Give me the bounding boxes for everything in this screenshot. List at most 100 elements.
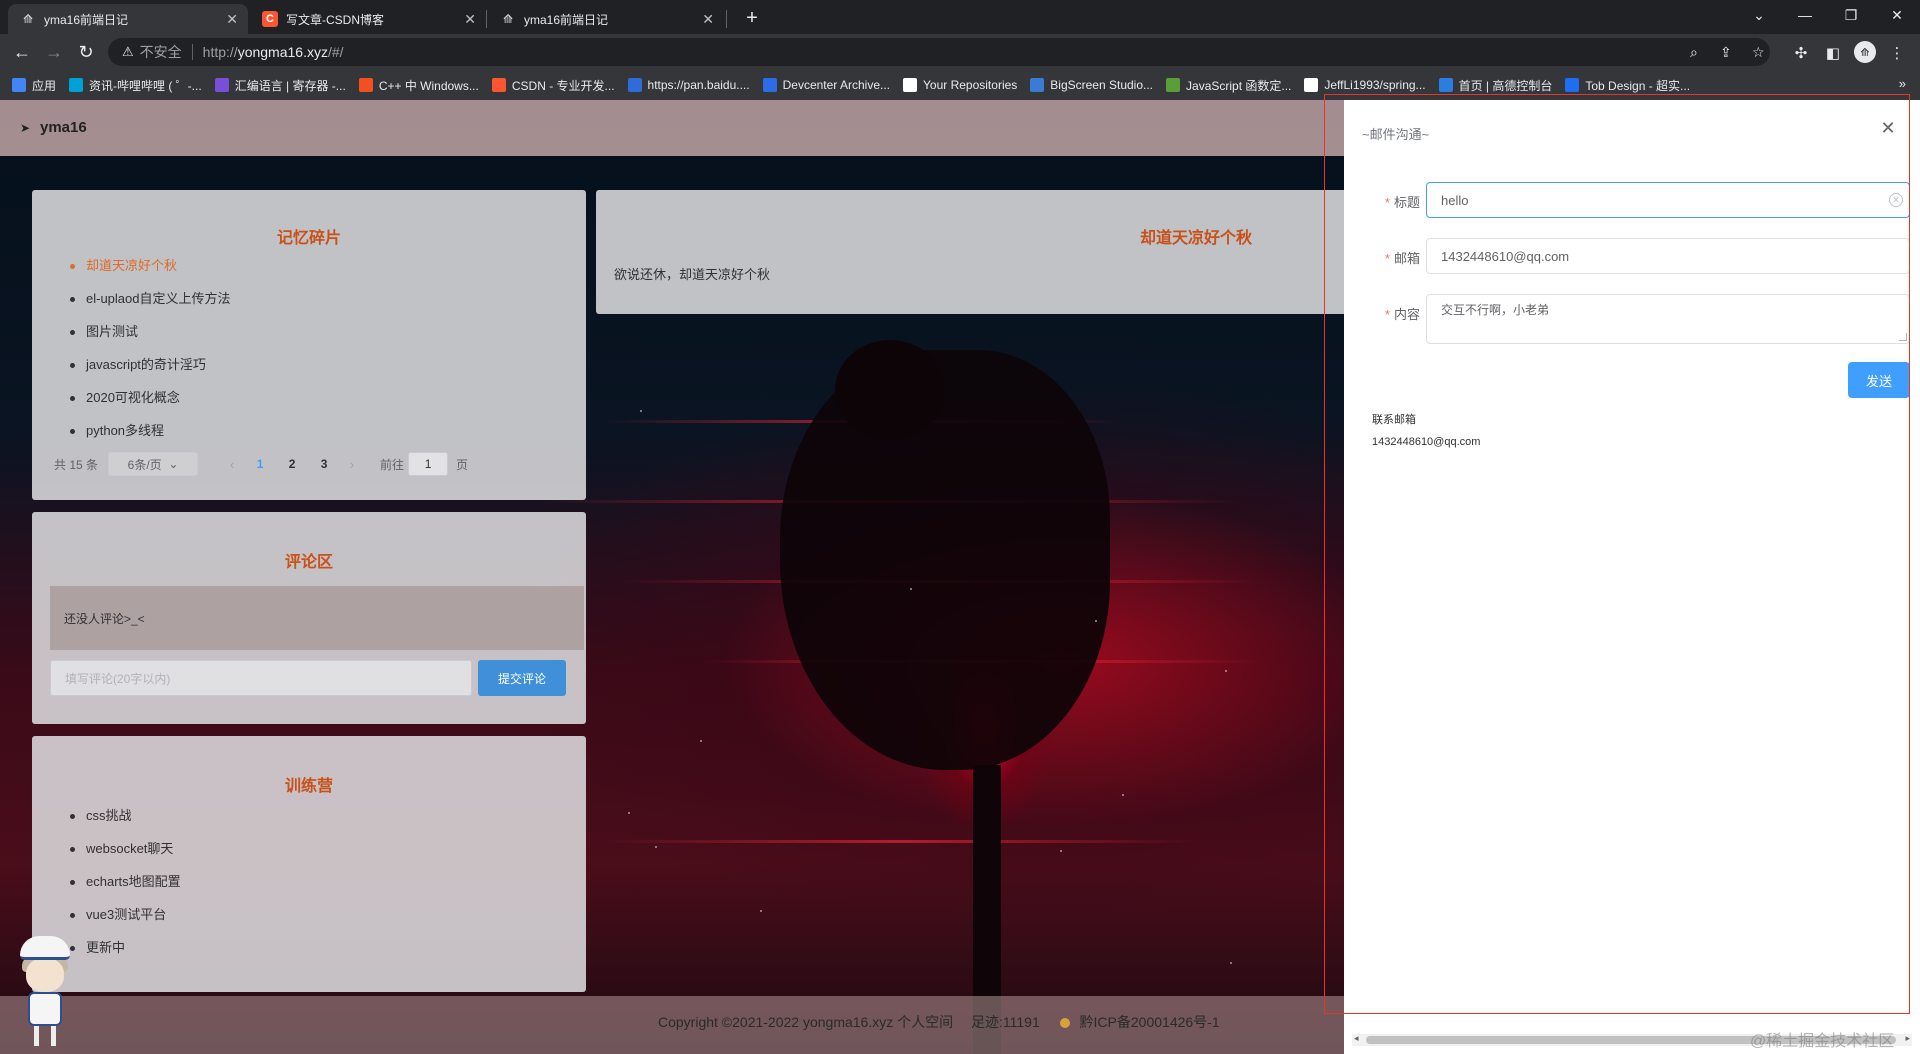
yma-logo-icon: ⟰: [502, 12, 514, 26]
address-bar[interactable]: ⚠ 不安全 http:// yongma16.xyz /#/: [108, 38, 1770, 66]
live2d-mascot[interactable]: [14, 936, 76, 1048]
email-label-text: 邮箱: [1393, 251, 1420, 266]
browser-tab-2[interactable]: C 写文章-CSDN博客 ✕: [250, 4, 486, 34]
bookmark-favicon-icon: [491, 78, 506, 92]
bookmark-item[interactable]: 应用: [12, 77, 56, 94]
page-size-select[interactable]: 6条/页 ⌄: [108, 452, 199, 476]
list-item[interactable]: css挑战: [70, 806, 181, 839]
contact-label: 联系邮箱: [1372, 414, 1416, 426]
content-value: 交互不行啊，小老弟: [1441, 303, 1550, 317]
bookmark-favicon-icon: [1304, 78, 1319, 92]
bookmark-item[interactable]: JavaScript 函数定...: [1166, 77, 1291, 94]
bookmark-item[interactable]: Your Repositories: [903, 78, 1017, 92]
browser-toolbar: ← → ↻ ⚠ 不安全 http:// yongma16.xyz /#/ ⌕ ⇪…: [0, 34, 1920, 70]
bookmark-item[interactable]: 首页 | 高德控制台: [1438, 77, 1552, 94]
side-panel-icon[interactable]: ◧: [1822, 42, 1844, 64]
email-value: 1432448610@qq.com: [1441, 248, 1570, 264]
new-tab-button[interactable]: +: [738, 4, 766, 32]
restore-icon[interactable]: ❐: [1828, 0, 1874, 30]
bookmark-star-icon[interactable]: ☆: [1752, 44, 1765, 61]
resize-handle-icon[interactable]: [1899, 333, 1907, 341]
bookmark-favicon-icon: [358, 78, 373, 92]
bookmark-item[interactable]: 资讯-哔哩哔哩 ( ゜-...: [69, 77, 202, 94]
page-number[interactable]: 1: [244, 457, 276, 471]
list-item[interactable]: 2020可视化概念: [70, 388, 231, 421]
bookmark-favicon-icon: [214, 78, 229, 92]
bookmark-label: Tob Design - 超实...: [1585, 78, 1691, 93]
clear-icon[interactable]: ✕: [1889, 193, 1903, 207]
prev-page-icon[interactable]: ‹: [220, 457, 244, 472]
memory-list: 却道天凉好个秋 el-uplaod自定义上传方法 图片测试 javascript的奇计…: [70, 256, 231, 454]
list-item[interactable]: python多线程: [70, 421, 231, 454]
bookmark-item[interactable]: BigScreen Studio...: [1030, 78, 1153, 92]
close-icon[interactable]: ✕: [1878, 118, 1898, 138]
list-item[interactable]: echarts地图配置: [70, 872, 181, 905]
list-item[interactable]: 更新中: [70, 938, 181, 971]
browser-tab-3[interactable]: ⟰ yma16前端日记 ✕: [488, 4, 724, 34]
bookmark-item[interactable]: Devcenter Archive...: [762, 78, 890, 92]
close-tab-icon[interactable]: ✕: [226, 11, 238, 28]
share-icon[interactable]: ⇪: [1720, 44, 1732, 61]
tab-title: yma16前端日记: [524, 12, 609, 27]
scroll-right-icon[interactable]: ▸: [1905, 1033, 1910, 1044]
bookmark-item[interactable]: JeffLi1993/spring...: [1304, 78, 1426, 92]
close-tab-icon[interactable]: ✕: [702, 11, 714, 28]
list-item[interactable]: vue3测试平台: [70, 905, 181, 938]
page-number[interactable]: 3: [308, 457, 340, 471]
comment-input[interactable]: 填写评论(20字以内): [50, 660, 472, 696]
tab-title: 写文章-CSDN博客: [286, 12, 384, 27]
list-item[interactable]: websocket聊天: [70, 839, 181, 872]
list-item[interactable]: 图片测试: [70, 322, 231, 355]
reload-icon[interactable]: ↻: [72, 38, 100, 66]
bookmark-item[interactable]: 汇编语言 | 寄存器 -...: [214, 77, 346, 94]
bookmark-label: JavaScript 函数定...: [1186, 78, 1292, 93]
bookmark-label: CSDN - 专业开发...: [511, 78, 615, 93]
apps-grid-icon: [12, 78, 26, 92]
content-label-text: 内容: [1393, 307, 1420, 322]
page-number[interactable]: 2: [276, 457, 308, 471]
list-item[interactable]: el-uplaod自定义上传方法: [70, 289, 231, 322]
email-field[interactable]: 1432448610@qq.com: [1426, 238, 1910, 274]
site-logo[interactable]: yma16: [40, 119, 87, 136]
article-card: 却道天凉好个秋 欲说还休，却道天凉好个秋: [596, 190, 1386, 314]
star: [1095, 620, 1097, 622]
next-page-icon[interactable]: ›: [340, 457, 364, 472]
training-card-title: 训练营: [284, 778, 333, 795]
goto-page-input[interactable]: 1: [408, 452, 449, 476]
bookmark-item[interactable]: Tob Design - 超实...: [1565, 77, 1690, 94]
close-tab-icon[interactable]: ✕: [464, 11, 476, 28]
page-unit-label: 页: [456, 457, 469, 472]
tab-search-icon[interactable]: ⌄: [1736, 0, 1782, 30]
email-drawer: ~邮件沟通~ ✕ * 标题 hello ✕ * 邮箱 1432448610@qq.c…: [1344, 100, 1920, 1054]
zoom-icon[interactable]: ⌕: [1690, 44, 1698, 61]
csdn-icon: C: [262, 11, 278, 27]
content-textarea[interactable]: 交互不行啊，小老弟: [1426, 294, 1910, 344]
profile-avatar[interactable]: ⟰: [1854, 41, 1876, 63]
forward-icon[interactable]: →: [40, 38, 68, 66]
browser-tab-1[interactable]: ⟰ yma16前端日记 ✕: [8, 4, 248, 34]
icp-link[interactable]: 黔ICP备20001426号-1: [1080, 1014, 1220, 1030]
list-item[interactable]: javascript的奇计淫巧: [70, 355, 231, 388]
back-icon[interactable]: ←: [8, 38, 36, 66]
list-item[interactable]: 却道天凉好个秋: [70, 256, 231, 289]
subject-field[interactable]: hello ✕: [1426, 182, 1910, 218]
minimize-icon[interactable]: —: [1782, 0, 1828, 30]
bookmark-item[interactable]: CSDN - 专业开发...: [491, 77, 615, 94]
scroll-left-icon[interactable]: ◂: [1354, 1033, 1359, 1044]
yma-logo-icon: ⟰: [22, 12, 34, 26]
bookmark-item[interactable]: https://pan.baidu....: [627, 78, 750, 92]
submit-comment-button[interactable]: 提交评论: [478, 660, 566, 696]
chevron-down-icon: ⌄: [168, 457, 179, 471]
article-excerpt: 欲说还休，却道天凉好个秋: [614, 267, 771, 282]
send-button[interactable]: 发送: [1848, 362, 1910, 398]
bookmark-favicon-icon: [1030, 78, 1045, 92]
star: [628, 812, 630, 814]
watermark: @稀土掘金技术社区: [1750, 1033, 1895, 1050]
close-window-icon[interactable]: ✕: [1874, 0, 1920, 30]
bookmark-item[interactable]: C++ 中 Windows...: [358, 77, 479, 94]
extensions-icon[interactable]: ✣: [1790, 42, 1812, 64]
menu-kebab-icon[interactable]: ⋮: [1886, 42, 1908, 64]
bookmarks-overflow-icon[interactable]: »: [1899, 76, 1906, 91]
tab-title: yma16前端日记: [44, 12, 129, 27]
content-label: * 内容: [1366, 304, 1420, 323]
